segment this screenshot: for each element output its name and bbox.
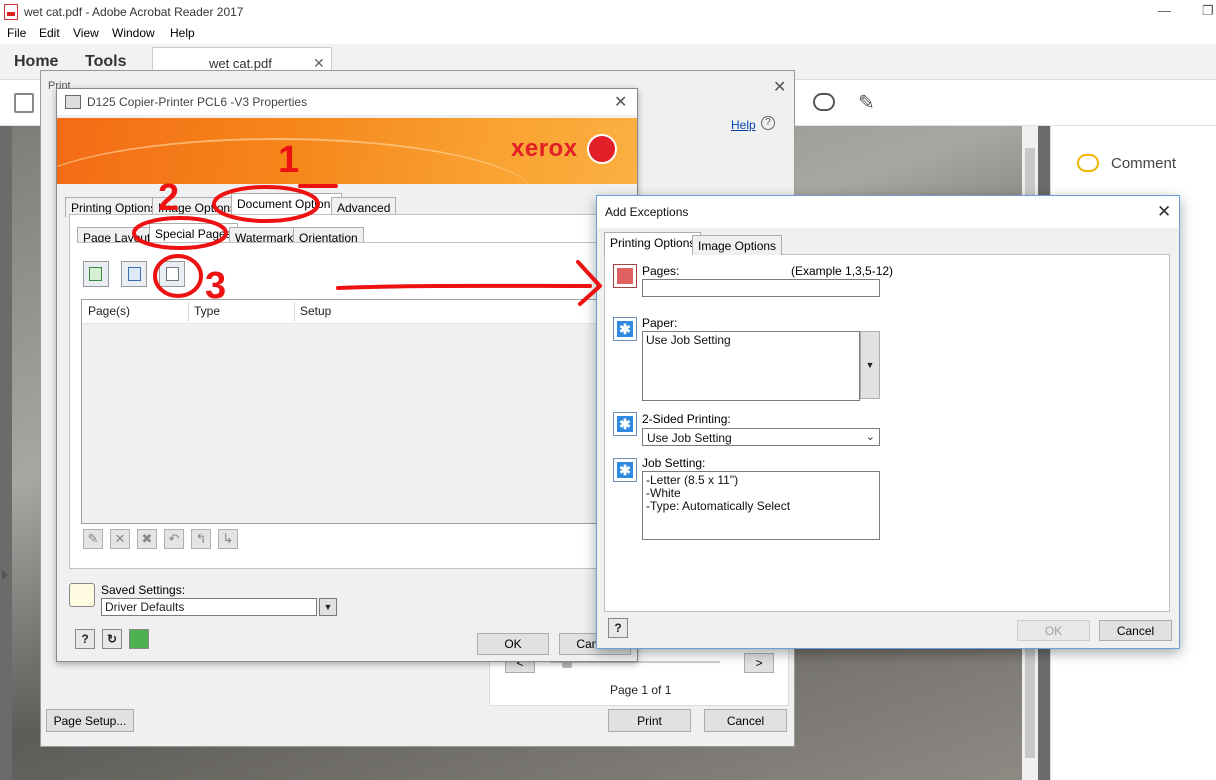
column-pages[interactable]: Page(s) xyxy=(88,304,130,318)
printer-properties-dialog: D125 Copier-Printer PCL6 -V3 Properties … xyxy=(56,88,638,662)
page-of-label: Page 1 of 1 xyxy=(610,683,672,697)
help-circle-icon[interactable]: ? xyxy=(761,116,775,130)
add-exceptions-title-bar: Add Exceptions ✕ xyxy=(597,196,1179,228)
print-button[interactable]: Print xyxy=(608,709,691,732)
add-exceptions-dialog: Add Exceptions ✕ Printing Options Image … xyxy=(596,195,1180,649)
delete-icon[interactable]: ✕ xyxy=(110,529,130,549)
paper-icon: ✱ xyxy=(613,317,637,341)
saved-settings-label: Saved Settings: xyxy=(101,583,186,597)
close-icon[interactable]: ✕ xyxy=(614,92,627,112)
menu-bar: File Edit View Window Help xyxy=(0,24,1216,44)
add-covers-icon[interactable] xyxy=(83,261,109,287)
restore-icon[interactable]: ❐ xyxy=(1202,3,1214,19)
edit-icon[interactable]: ✎ xyxy=(83,529,103,549)
pages-input[interactable] xyxy=(642,279,880,297)
pdf-file-icon xyxy=(4,4,18,20)
delete-all-icon[interactable]: ✖ xyxy=(137,529,157,549)
job-setting-details: -Letter (8.5 x 11") -White -Type: Automa… xyxy=(642,471,880,540)
xerox-banner: xerox xyxy=(57,118,637,184)
help-button[interactable]: ? xyxy=(608,618,628,638)
highlight-pen-icon[interactable]: ✎ xyxy=(858,90,875,115)
special-pages-list[interactable]: Page(s) Type Setup xyxy=(81,299,611,524)
list-header: Page(s) Type Setup xyxy=(82,300,610,324)
saved-settings-icon xyxy=(69,583,95,607)
move-down-icon[interactable]: ↳ xyxy=(218,529,238,549)
job-setting-icon: ✱ xyxy=(613,458,637,482)
tab-printing-options[interactable]: Printing Options xyxy=(604,232,702,255)
two-sided-icon: ✱ xyxy=(613,412,637,436)
acrobat-title-bar: wet cat.pdf - Adobe Acrobat Reader 2017 … xyxy=(0,0,1216,24)
left-pane-expand-icon[interactable] xyxy=(2,570,8,580)
xerox-ball-icon xyxy=(587,134,617,164)
add-inserts-icon[interactable] xyxy=(121,261,147,287)
close-icon[interactable]: ✕ xyxy=(1157,202,1171,222)
menu-view[interactable]: View xyxy=(73,26,99,40)
properties-ok-button[interactable]: OK xyxy=(477,633,549,655)
pages-label: Pages: xyxy=(642,264,680,278)
column-setup[interactable]: Setup xyxy=(300,304,331,318)
pages-example: (Example 1,3,5-12) xyxy=(791,264,894,278)
save-icon[interactable] xyxy=(14,93,34,113)
tab-image-options[interactable]: Image Options xyxy=(692,235,783,255)
undo-icon[interactable]: ↶ xyxy=(164,529,184,549)
paper-label: Paper: xyxy=(642,316,678,330)
tab-tools[interactable]: Tools xyxy=(85,53,126,71)
column-separator xyxy=(294,302,295,322)
tab-document-options[interactable]: Document Options xyxy=(231,193,343,216)
tab-document-label: wet cat.pdf xyxy=(209,56,272,71)
comment-tool-label[interactable]: Comment xyxy=(1111,155,1176,172)
paper-list[interactable]: Use Job Setting xyxy=(642,331,860,401)
chevron-down-icon: ⌄ xyxy=(865,431,875,443)
saved-settings-select[interactable]: Driver Defaults xyxy=(101,598,317,616)
window-title: wet cat.pdf - Adobe Acrobat Reader 2017 xyxy=(24,5,244,19)
comment-bubble-icon xyxy=(1077,154,1099,172)
close-icon[interactable]: ✕ xyxy=(773,77,786,97)
add-exceptions-cancel-button[interactable]: Cancel xyxy=(1099,620,1172,641)
two-sided-label: 2-Sided Printing: xyxy=(642,412,731,426)
menu-edit[interactable]: Edit xyxy=(39,26,60,40)
properties-title: D125 Copier-Printer PCL6 -V3 Properties xyxy=(87,95,308,109)
help-link[interactable]: Help xyxy=(731,118,756,132)
add-exceptions-icon[interactable] xyxy=(159,261,185,287)
job-setting-label: Job Setting: xyxy=(642,456,706,470)
reset-icon[interactable]: ↻ xyxy=(102,629,122,649)
move-up-icon[interactable]: ↰ xyxy=(191,529,211,549)
chevron-down-icon[interactable]: ▼ xyxy=(860,331,880,399)
banner-swoosh xyxy=(57,138,537,184)
add-exceptions-ok-button[interactable]: OK xyxy=(1017,620,1090,641)
column-type[interactable]: Type xyxy=(194,304,220,318)
menu-help[interactable]: Help xyxy=(170,26,195,40)
menu-window[interactable]: Window xyxy=(112,26,155,40)
xerox-logo: xerox xyxy=(511,135,578,162)
chevron-down-icon[interactable]: ▼ xyxy=(319,598,337,616)
status-icon[interactable] xyxy=(129,629,149,649)
two-sided-value: Use Job Setting xyxy=(647,431,732,445)
comment-icon[interactable] xyxy=(813,93,835,111)
menu-file[interactable]: File xyxy=(7,26,26,40)
column-separator xyxy=(188,302,189,322)
properties-title-bar: D125 Copier-Printer PCL6 -V3 Properties … xyxy=(57,89,637,115)
tab-home[interactable]: Home xyxy=(14,53,58,71)
next-page-button[interactable]: > xyxy=(744,653,774,673)
page-setup-button[interactable]: Page Setup... xyxy=(46,709,134,732)
help-button[interactable]: ? xyxy=(75,629,95,649)
print-cancel-button[interactable]: Cancel xyxy=(704,709,787,732)
printer-icon xyxy=(65,95,81,109)
saved-settings: Saved Settings: Driver Defaults ▼ xyxy=(69,583,629,623)
two-sided-select[interactable]: Use Job Setting ⌄ xyxy=(642,428,880,446)
minimize-icon[interactable]: — xyxy=(1158,3,1171,18)
add-exceptions-title: Add Exceptions xyxy=(605,205,689,219)
pages-icon xyxy=(613,264,637,288)
